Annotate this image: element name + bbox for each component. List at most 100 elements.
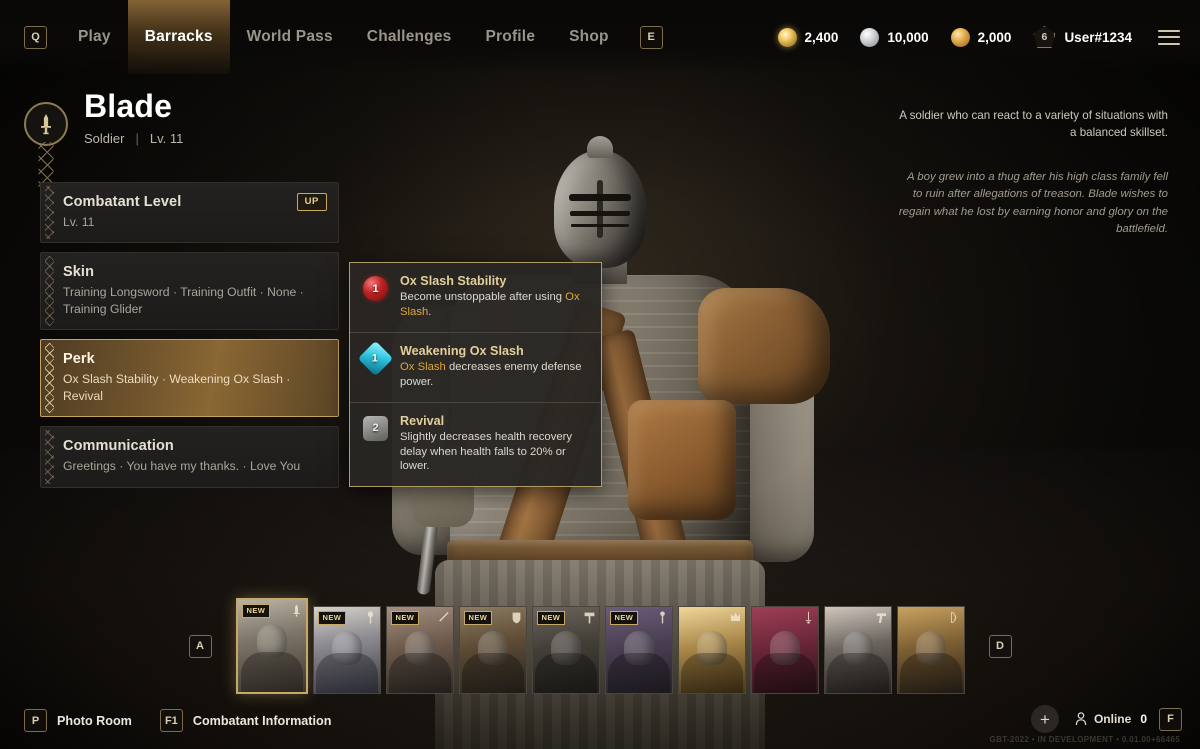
option-title: Combatant Level: [63, 194, 182, 210]
new-badge: NEW: [317, 611, 347, 625]
card-portrait-body: [534, 653, 597, 693]
silver-currency-icon: [860, 27, 880, 47]
perk-icon-slot: 1: [357, 340, 394, 390]
meta-divider: |: [135, 130, 139, 146]
carousel-card[interactable]: NEW: [312, 606, 381, 694]
perk-gem-value: 2: [372, 422, 379, 435]
carousel-card[interactable]: [896, 606, 965, 694]
character-name: Blade: [84, 88, 173, 124]
new-badge: NEW: [390, 611, 420, 625]
option-value: Greetings · You have my thanks. · Love Y…: [63, 459, 301, 474]
photo-room-keycap: P: [24, 709, 47, 732]
hint-photo-room[interactable]: P Photo Room: [24, 709, 132, 732]
longsword-icon: [291, 604, 302, 617]
silver-currency-amount: 10,000: [887, 29, 929, 45]
build-version-label: GBT-2022 • IN DEVELOPMENT • 0.01.00+6646…: [989, 735, 1180, 744]
card-portrait-body: [899, 653, 962, 693]
nav-item-play[interactable]: Play: [61, 0, 128, 74]
dagger-icon: [438, 611, 449, 624]
new-badge: NEW: [241, 604, 271, 618]
hamburger-icon[interactable]: [1158, 29, 1180, 45]
card-portrait-body: [388, 653, 451, 693]
crown-icon: [730, 611, 741, 624]
emblem-ring: [24, 102, 68, 146]
carousel-card[interactable]: NEW: [604, 606, 673, 694]
carousel-card[interactable]: [750, 606, 819, 694]
main-navigation: Q Play Barracks World Pass Challenges Pr…: [0, 0, 677, 74]
card-portrait-body: [607, 653, 670, 693]
carousel-prev-keycap[interactable]: A: [188, 634, 212, 658]
nav-item-challenges[interactable]: Challenges: [350, 0, 469, 74]
online-status[interactable]: Online 0 F: [1075, 707, 1182, 731]
character-class: Soldier: [84, 130, 125, 146]
currency-premium[interactable]: 2,400: [777, 27, 838, 47]
carousel-card[interactable]: [823, 606, 892, 694]
card-portrait-body: [461, 653, 524, 693]
combatant-info-keycap: F1: [159, 709, 183, 732]
character-lore-text: A boy grew into a thug after his high cl…: [898, 171, 1168, 235]
carousel-card-list: NEW NEW NEW NEW NEW NEW: [235, 598, 965, 694]
carousel-card[interactable]: [677, 606, 746, 694]
hamburger-line: [1158, 42, 1180, 45]
pistol-icon: [876, 611, 887, 624]
option-row-combatant-level[interactable]: Combatant Level Lv. 11 UP: [40, 182, 339, 244]
person-icon: [1075, 712, 1087, 726]
hint-combatant-information[interactable]: F1 Combatant Information: [159, 709, 332, 732]
nav-item-shop[interactable]: Shop: [552, 0, 626, 74]
social-bar: + Online 0 F: [1030, 705, 1182, 733]
perk-icon-slot: 1: [363, 276, 389, 320]
hammer-icon: [584, 611, 595, 624]
nav-next-keycap[interactable]: E: [639, 25, 663, 49]
character-carousel: A NEW NEW NEW NEW NEW NEW D: [0, 595, 1200, 697]
nav-item-profile[interactable]: Profile: [469, 0, 553, 74]
character-meta: Soldier | Lv. 11: [84, 131, 183, 146]
carousel-next-keycap[interactable]: D: [988, 634, 1012, 658]
hamburger-line: [1158, 36, 1180, 38]
perk-description: Become unstoppable after using Ox Slash.: [400, 290, 589, 320]
option-row-communication[interactable]: Communication Greetings · You have my th…: [40, 426, 339, 488]
nav-item-world-pass[interactable]: World Pass: [230, 0, 350, 74]
perk-text-block: Revival Slightly decreases health recove…: [400, 414, 589, 475]
perk-desc-post: .: [428, 305, 432, 318]
carousel-card-selected[interactable]: NEW: [235, 598, 308, 694]
gray-square-gem-icon: 2: [363, 415, 388, 441]
perk-icon-slot: 2: [363, 415, 389, 475]
carousel-card[interactable]: NEW: [531, 606, 600, 694]
staff-icon: [657, 611, 668, 624]
character-name-block: Blade Soldier | Lv. 11: [84, 88, 183, 146]
option-row-perk[interactable]: Perk Ox Slash Stability · Weakening Ox S…: [40, 339, 339, 418]
card-portrait-body: [826, 653, 889, 693]
carousel-card[interactable]: NEW: [458, 606, 527, 694]
new-badge: NEW: [536, 611, 566, 625]
bottom-bar: P Photo Room F1 Combatant Information + …: [0, 697, 1200, 749]
red-circle-gem-icon: 1: [363, 276, 388, 301]
character-level: Lv. 11: [149, 130, 184, 146]
level-up-badge[interactable]: UP: [296, 193, 327, 211]
option-title: Communication: [63, 438, 174, 455]
card-portrait-body: [240, 652, 303, 692]
character-role-description: A soldier who can react to a variety of …: [899, 109, 1168, 139]
nav-prev-keycap[interactable]: Q: [24, 25, 47, 49]
nav-item-barracks[interactable]: Barracks: [127, 0, 230, 74]
character-header: Blade Soldier | Lv. 11: [24, 88, 183, 188]
perk-gem-value: 1: [372, 282, 379, 295]
rapier-icon: [803, 611, 814, 624]
wallet-bar: 2,400 10,000 2,000 6 User#1234: [756, 0, 1200, 74]
option-row-skin[interactable]: Skin Training Longsword · Training Outfi…: [40, 252, 339, 331]
online-keycap: F: [1159, 707, 1182, 731]
perk-entry-weakening-ox-slash: 1 Weakening Ox Slash Ox Slash decreases …: [350, 331, 601, 402]
card-portrait-body: [315, 653, 378, 693]
perk-desc-highlight: Ox Slash: [400, 360, 446, 373]
option-value: Training Longsword · Training Outfit · N…: [63, 285, 304, 316]
sword-emblem-icon: [24, 102, 68, 188]
currency-gold[interactable]: 2,000: [950, 27, 1012, 47]
sword-glyph: [41, 114, 51, 135]
carousel-card[interactable]: NEW: [385, 606, 454, 694]
currency-silver[interactable]: 10,000: [860, 27, 929, 47]
plus-icon[interactable]: +: [1030, 705, 1059, 733]
hint-label: Combatant Information: [192, 713, 332, 728]
account-profile[interactable]: 6 User#1234: [1033, 26, 1132, 48]
gold-currency-amount: 2,000: [977, 29, 1012, 45]
new-badge: NEW: [609, 611, 639, 625]
perk-entry-revival: 2 Revival Slightly decreases health reco…: [350, 401, 601, 487]
